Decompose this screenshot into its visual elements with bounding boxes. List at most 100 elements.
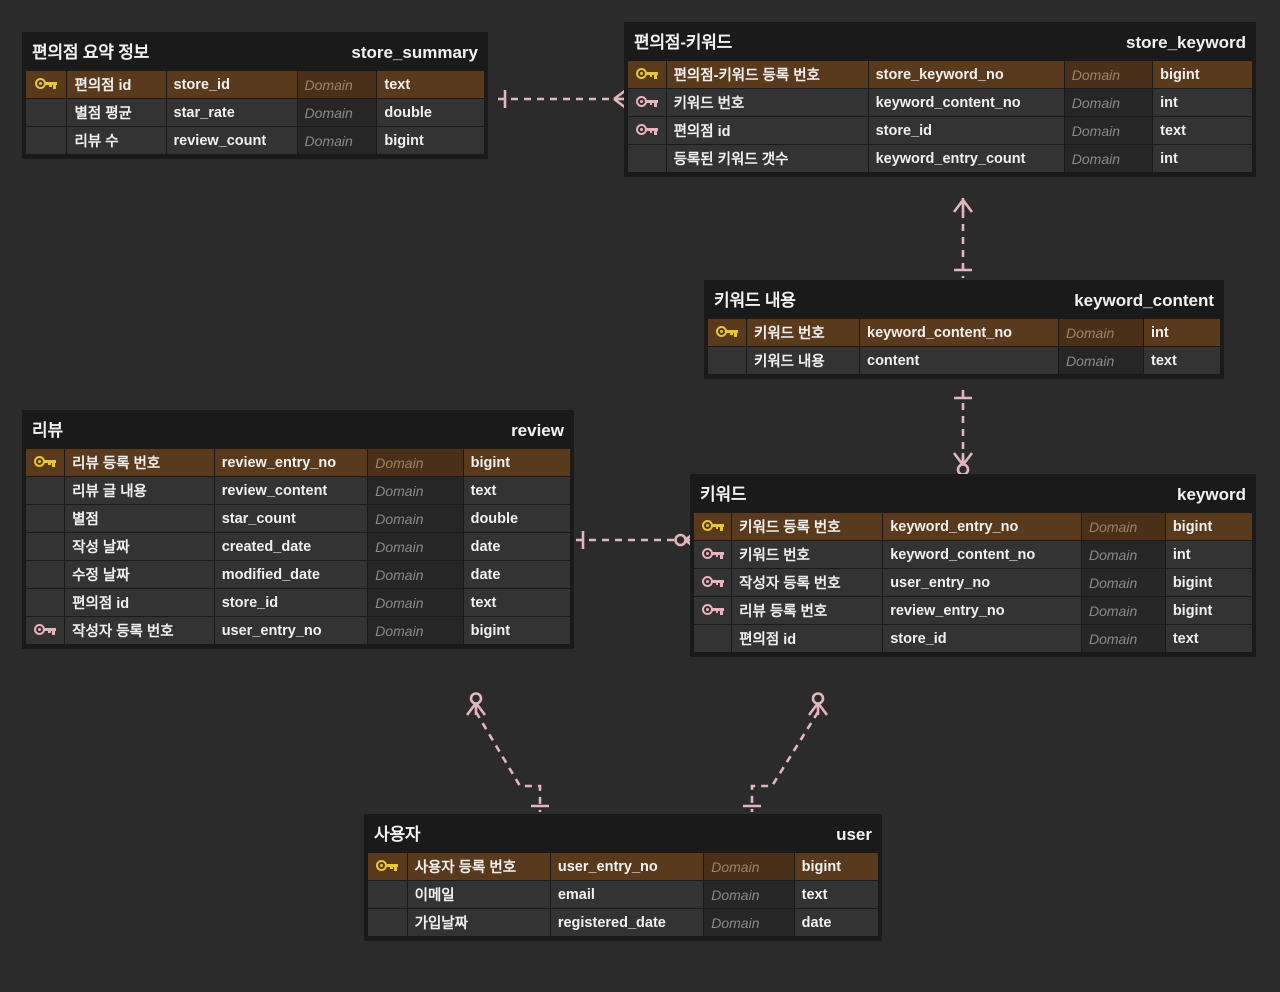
attribute-list: 사용자 등록 번호 user_entry_no Domain bigint 이메일 ema… [364, 852, 882, 937]
foreign-key-icon [701, 576, 724, 589]
attribute-row[interactable]: 편의점 id store_id Domain text [694, 625, 1252, 652]
attribute-row[interactable]: 리뷰 등록 번호 review_entry_no Domain bigint [26, 449, 570, 476]
entity-keyword_content[interactable]: 키워드 내용 keyword_content 키워드 번호 keyword_conte… [704, 280, 1224, 379]
attribute-row[interactable]: 리뷰 등록 번호 review_entry_no Domain bigint [694, 597, 1252, 624]
key-cell [26, 71, 67, 98]
attribute-datatype: int [1153, 89, 1252, 116]
entity-physical-name: store_keyword [1126, 33, 1246, 52]
attribute-datatype: int [1153, 145, 1252, 172]
entity-review[interactable]: 리뷰 review 리뷰 등록 번호 review_entry_no Domain big… [22, 410, 574, 649]
attribute-datatype: double [463, 505, 570, 532]
attribute-domain-label: Domain [1081, 541, 1165, 568]
foreign-key-icon [34, 624, 57, 637]
attribute-datatype: double [377, 99, 484, 126]
primary-key-icon [376, 860, 399, 873]
attribute-list: 편의점 id store_id Domain text 별점 평균 star_rate Do… [22, 70, 488, 155]
entity-header: 키워드 내용 keyword_content [704, 280, 1224, 318]
attribute-logical-name: 별점 [65, 505, 214, 532]
attribute-row[interactable]: 리뷰 글 내용 review_content Domain text [26, 477, 570, 504]
attribute-domain-label: Domain [368, 589, 463, 616]
entity-keyword[interactable]: 키워드 keyword 키워드 등록 번호 keyword_entry_no Domai… [690, 474, 1256, 657]
attribute-logical-name: 편의점 id [67, 71, 166, 98]
attribute-domain-label: Domain [368, 449, 463, 476]
attribute-domain-label: Domain [1081, 625, 1165, 652]
attribute-row[interactable]: 수정 날짜 modified_date Domain date [26, 561, 570, 588]
attribute-physical-name: registered_date [550, 909, 704, 936]
attribute-row[interactable]: 작성자 등록 번호 user_entry_no Domain bigint [26, 617, 570, 644]
entity-logical-name: 키워드 [700, 485, 747, 504]
attribute-row[interactable]: 편의점 id store_id Domain text [628, 117, 1252, 144]
key-cell [628, 61, 666, 88]
attribute-row[interactable]: 키워드 내용 content Domain text [708, 347, 1220, 374]
key-cell [26, 99, 67, 126]
attribute-row[interactable]: 편의점 id store_id Domain text [26, 71, 484, 98]
attribute-datatype: bigint [463, 449, 570, 476]
attribute-logical-name: 별점 평균 [67, 99, 166, 126]
attribute-datatype: int [1144, 319, 1220, 346]
attribute-physical-name: user_entry_no [550, 853, 704, 880]
attribute-row[interactable]: 키워드 번호 keyword_content_no Domain int [628, 89, 1252, 116]
attribute-physical-name: store_id [214, 589, 368, 616]
attribute-datatype: bigint [1165, 597, 1252, 624]
attribute-row[interactable]: 키워드 번호 keyword_content_no Domain int [694, 541, 1252, 568]
key-cell [26, 561, 65, 588]
attribute-physical-name: keyword_content_no [883, 541, 1081, 568]
attribute-domain-label: Domain [1064, 117, 1153, 144]
attribute-physical-name: review_count [166, 127, 297, 154]
attribute-row[interactable]: 별점 star_count Domain double [26, 505, 570, 532]
attribute-datatype: date [794, 909, 878, 936]
key-cell [694, 513, 732, 540]
attribute-row[interactable]: 가입날짜 registered_date Domain date [368, 909, 878, 936]
key-cell [628, 117, 666, 144]
attribute-domain-label: Domain [704, 881, 794, 908]
key-cell [26, 589, 65, 616]
attribute-logical-name: 키워드 번호 [666, 89, 868, 116]
attribute-datatype: text [1153, 117, 1252, 144]
attribute-row[interactable]: 편의점 id store_id Domain text [26, 589, 570, 616]
attribute-row[interactable]: 이메일 email Domain text [368, 881, 878, 908]
entity-physical-name: keyword_content [1074, 291, 1214, 310]
attribute-row[interactable]: 작성 날짜 created_date Domain date [26, 533, 570, 560]
attribute-row[interactable]: 별점 평균 star_rate Domain double [26, 99, 484, 126]
entity-store_summary[interactable]: 편의점 요약 정보 store_summary 편의점 id store_id Doma… [22, 32, 488, 159]
attribute-datatype: bigint [1165, 569, 1252, 596]
key-cell [368, 881, 407, 908]
relationship-review-keyword [576, 529, 698, 551]
attribute-datatype: text [377, 71, 484, 98]
attribute-row[interactable]: 등록된 키워드 갯수 keyword_entry_count Domain int [628, 145, 1252, 172]
attribute-row[interactable]: 작성자 등록 번호 user_entry_no Domain bigint [694, 569, 1252, 596]
entity-logical-name: 편의점 요약 정보 [32, 43, 150, 62]
attribute-logical-name: 리뷰 등록 번호 [732, 597, 883, 624]
entity-header: 편의점-키워드 store_keyword [624, 22, 1256, 60]
key-cell [26, 477, 65, 504]
attribute-logical-name: 작성자 등록 번호 [65, 617, 214, 644]
attribute-datatype: text [794, 881, 878, 908]
attribute-domain-label: Domain [704, 853, 794, 880]
entity-user[interactable]: 사용자 user 사용자 등록 번호 user_entry_no Domain bigin… [364, 814, 882, 941]
key-cell [26, 533, 65, 560]
attribute-row[interactable]: 편의점-키워드 등록 번호 store_keyword_no Domain bigin… [628, 61, 1252, 88]
attribute-row[interactable]: 사용자 등록 번호 user_entry_no Domain bigint [368, 853, 878, 880]
attribute-physical-name: store_keyword_no [868, 61, 1064, 88]
entity-physical-name: review [511, 421, 564, 440]
entity-header: 편의점 요약 정보 store_summary [22, 32, 488, 70]
attribute-physical-name: keyword_content_no [868, 89, 1064, 116]
attribute-physical-name: email [550, 881, 704, 908]
relationship-keyword_content-keyword [952, 390, 974, 476]
attribute-datatype: bigint [1153, 61, 1252, 88]
attribute-logical-name: 사용자 등록 번호 [407, 853, 550, 880]
attribute-row[interactable]: 키워드 번호 keyword_content_no Domain int [708, 319, 1220, 346]
entity-store_keyword[interactable]: 편의점-키워드 store_keyword 편의점-키워드 등록 번호 store_k… [624, 22, 1256, 177]
attribute-domain-label: Domain [1064, 61, 1153, 88]
attribute-datatype: bigint [1165, 513, 1252, 540]
primary-key-icon [34, 456, 57, 469]
erd-canvas: 편의점 요약 정보 store_summary 편의점 id store_id Doma… [0, 0, 1280, 992]
attribute-row[interactable]: 키워드 등록 번호 keyword_entry_no Domain bigint [694, 513, 1252, 540]
foreign-key-icon [635, 96, 658, 109]
attribute-logical-name: 리뷰 수 [67, 127, 166, 154]
attribute-row[interactable]: 리뷰 수 review_count Domain bigint [26, 127, 484, 154]
attribute-logical-name: 편의점-키워드 등록 번호 [666, 61, 868, 88]
entity-logical-name: 키워드 내용 [714, 291, 796, 310]
entity-header: 키워드 keyword [690, 474, 1256, 512]
entity-logical-name: 사용자 [374, 825, 421, 844]
